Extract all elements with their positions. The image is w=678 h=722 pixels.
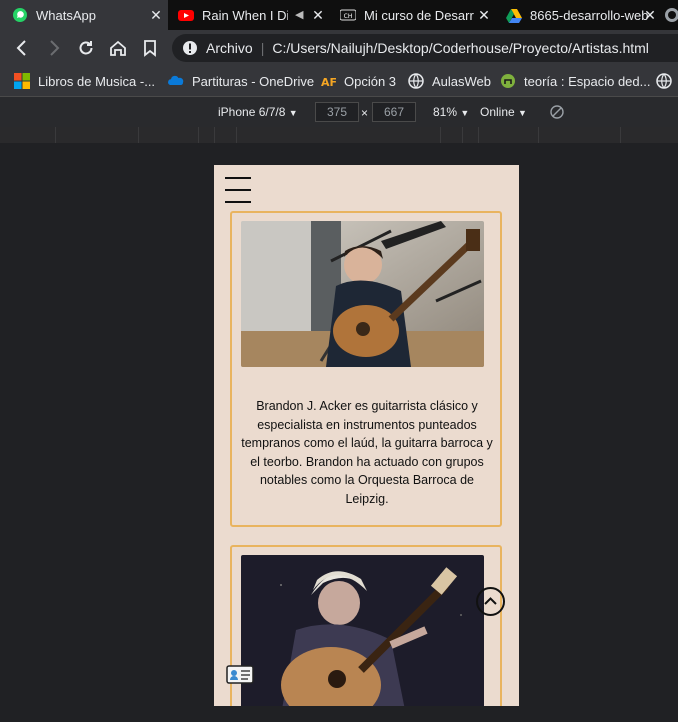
microsoft-icon [14,73,30,89]
media-query-ruler [0,127,678,143]
svg-text:AF: AF [321,76,336,89]
device-name: iPhone 6/7/8 [218,105,286,119]
url-scheme: Archivo [206,40,253,56]
bookmark-label: Partituras - OneDrive [192,73,315,89]
globe-icon [408,73,424,89]
rotate-icon[interactable] [549,104,565,120]
globe-icon [665,8,678,22]
af-icon: AF [321,76,336,89]
tab-title: Mi curso de Desarrollo [364,7,474,23]
bookmark-aulasweb[interactable]: AulasWeb [408,72,491,90]
contact-card-icon[interactable] [226,665,256,687]
tab-title: Rain When I Die [202,7,288,23]
hamburger-menu-icon[interactable] [225,177,251,203]
back-icon[interactable] [12,38,32,58]
bookmark-icon[interactable] [140,38,160,58]
chevron-up-icon [484,597,497,605]
network-select[interactable]: Online ▼ [480,105,527,119]
emulated-page: Brandon J. Acker es guitarrista clásico … [214,165,519,706]
bookmark-partituras[interactable]: Partituras - OneDrive [168,72,314,90]
chevron-down-icon: ▼ [288,108,298,118]
tab-partial[interactable] [664,0,678,30]
globe-icon [656,73,672,89]
bookmark-label: teoría : Espacio ded... [524,73,651,89]
bookmark-label: AulasWeb [432,73,492,89]
bookmark-libros-musica[interactable]: Libros de Musica -... [14,72,155,90]
artist-card [230,545,502,706]
onedrive-icon [168,75,184,85]
bookmark-more[interactable] [656,72,678,90]
forward-icon[interactable] [44,38,64,58]
url-separator: | [260,40,265,56]
close-tab-icon[interactable]: ✕ [476,7,492,23]
speaker-icon[interactable]: ◀︎ [295,8,303,21]
chevron-down-icon: ▼ [460,108,470,118]
zoom-select[interactable]: 81% ▼ [433,105,469,119]
close-tab-icon[interactable]: ✕ [642,7,658,23]
whatsapp-icon [13,8,27,22]
artist-description: Brandon J. Acker es guitarrista clásico … [241,399,493,506]
home-icon[interactable] [108,38,128,58]
bookmarks-bar: Libros de Musica -... Partituras - OneDr… [0,66,678,97]
coderhouse-icon: CH [340,9,356,21]
close-tab-icon[interactable]: ✕ [148,7,164,23]
info-icon[interactable] [182,40,198,56]
artist-photo [241,555,484,706]
browser-tab-bar: WhatsApp ✕ Rain When I Die ◀︎ ✕ CH Mi cu… [0,0,678,30]
artist-card: Brandon J. Acker es guitarrista clásico … [230,211,502,527]
dimension-separator: × [361,106,369,120]
zoom-value: 81% [433,105,458,119]
network-value: Online [480,105,515,119]
bookmark-opcion-3[interactable]: AF Opción 3 [320,72,396,90]
device-select[interactable]: iPhone 6/7/8 ▼ [218,105,298,119]
tab-whatsapp[interactable]: WhatsApp ✕ [0,0,168,30]
address-bar[interactable]: Archivo | C:/Users/Nailujh/Desktop/Coder… [172,34,678,62]
bookmark-teoria[interactable]: teoría : Espacio ded... [500,72,650,90]
tab-title: 8665-desarrollo-web [530,7,648,23]
svg-text:CH: CH [344,13,353,20]
tab-youtube[interactable]: Rain When I Die ◀︎ ✕ [170,0,330,30]
bookmark-label: Libros de Musica -... [38,73,156,89]
google-drive-icon [506,9,522,23]
url-text[interactable]: C:/Users/Nailujh/Desktop/Coderhouse/Proy… [272,40,649,56]
width-input[interactable]: 375 [315,102,359,122]
close-tab-icon[interactable]: ✕ [310,7,326,23]
moodle-icon [501,74,515,88]
scroll-to-top-button[interactable] [476,587,505,616]
chevron-down-icon: ▼ [518,108,527,118]
bookmark-label: Opción 3 [344,73,397,89]
tab-google-drive[interactable]: 8665-desarrollo-web ✕ [498,0,662,30]
height-input[interactable]: 667 [372,102,416,122]
tab-coderhouse[interactable]: CH Mi curso de Desarrollo ✕ [332,0,496,30]
tab-title: WhatsApp [36,7,96,23]
artist-photo [241,221,484,367]
youtube-icon [178,10,194,21]
device-toolbar: iPhone 6/7/8 ▼ 375 × 667 81% ▼ Online ▼ [0,97,678,127]
reload-icon[interactable] [76,38,96,58]
